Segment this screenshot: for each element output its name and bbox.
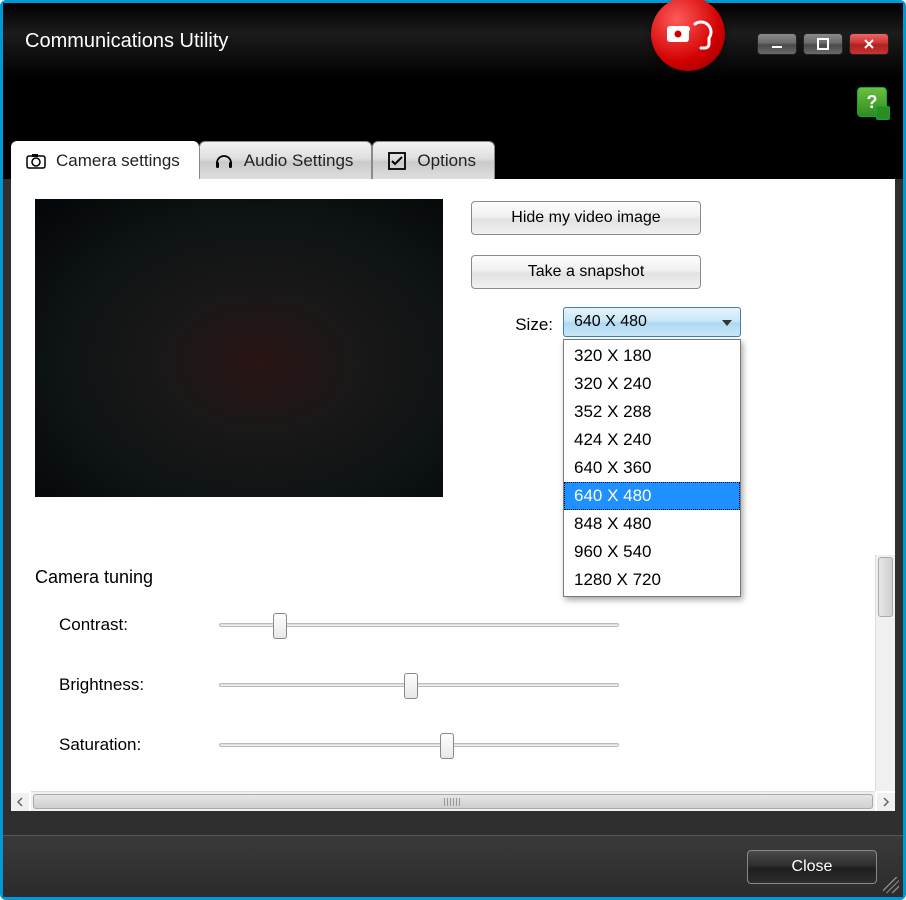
size-option[interactable]: 320 X 180: [564, 342, 740, 370]
window-title: Communications Utility: [3, 30, 228, 53]
size-selected-value: 640 X 480: [574, 313, 647, 331]
vertical-scrollbar-thumb[interactable]: [878, 557, 893, 617]
size-dropdown-list[interactable]: 320 X 180 320 X 240 352 X 288 424 X 240 …: [563, 339, 741, 597]
window-controls: [757, 33, 889, 55]
resize-grip[interactable]: [883, 877, 899, 893]
tab-camera-settings[interactable]: Camera settings: [11, 141, 199, 179]
size-option[interactable]: 352 X 288: [564, 398, 740, 426]
take-snapshot-button[interactable]: Take a snapshot: [471, 255, 701, 289]
saturation-slider-thumb[interactable]: [440, 733, 454, 759]
close-button[interactable]: Close: [747, 850, 877, 884]
window-close-button[interactable]: [849, 33, 889, 55]
maximize-button[interactable]: [803, 33, 843, 55]
size-option[interactable]: 424 X 240: [564, 426, 740, 454]
tabs: Camera settings Audio Settings Options: [11, 141, 495, 179]
hide-video-button[interactable]: Hide my video image: [471, 201, 701, 235]
brightness-label: Brightness:: [59, 675, 219, 695]
size-option[interactable]: 320 X 240: [564, 370, 740, 398]
saturation-label: Saturation:: [59, 735, 219, 755]
scroll-left-arrow[interactable]: [11, 793, 29, 811]
tab-audio-label: Audio Settings: [244, 151, 354, 171]
tab-audio-settings[interactable]: Audio Settings: [199, 141, 373, 179]
camera-icon: [26, 151, 46, 171]
size-option-selected[interactable]: 640 X 480: [564, 482, 740, 510]
video-preview: [35, 199, 443, 497]
horizontal-scrollbar[interactable]: [31, 791, 875, 811]
tab-options[interactable]: Options: [372, 141, 495, 179]
help-icon[interactable]: ?: [857, 87, 887, 117]
size-option[interactable]: 848 X 480: [564, 510, 740, 538]
brightness-slider-thumb[interactable]: [404, 673, 418, 699]
app-logo-badge: [651, 0, 725, 71]
brightness-row: Brightness:: [59, 669, 819, 701]
saturation-row: Saturation:: [59, 729, 819, 761]
checkbox-icon: [387, 151, 407, 171]
contrast-slider[interactable]: [219, 623, 619, 627]
size-combobox[interactable]: 640 X 480: [563, 307, 741, 337]
contrast-slider-thumb[interactable]: [273, 613, 287, 639]
tab-camera-label: Camera settings: [56, 151, 180, 171]
app-window: Communications Utility ?: [0, 0, 906, 900]
scroll-right-arrow[interactable]: [877, 793, 895, 811]
saturation-slider[interactable]: [219, 743, 619, 747]
tab-strip: ? Camera settings Audio Settings Options: [3, 79, 903, 179]
size-label: Size:: [509, 315, 553, 335]
size-option[interactable]: 1280 X 720: [564, 566, 740, 594]
contrast-row: Contrast:: [59, 609, 819, 641]
main-panel: Hide my video image Take a snapshot Size…: [11, 179, 895, 811]
headphones-icon: [214, 151, 234, 171]
horizontal-scrollbar-thumb[interactable]: [33, 794, 873, 809]
camera-headset-icon: [662, 8, 714, 60]
footer-bar: Close: [3, 835, 903, 897]
camera-tuning-heading: Camera tuning: [35, 567, 153, 588]
contrast-label: Contrast:: [59, 615, 219, 635]
size-option[interactable]: 640 X 360: [564, 454, 740, 482]
vertical-scrollbar[interactable]: [875, 555, 895, 791]
brightness-slider[interactable]: [219, 683, 619, 687]
tab-options-label: Options: [417, 151, 476, 171]
size-option[interactable]: 960 X 540: [564, 538, 740, 566]
minimize-button[interactable]: [757, 33, 797, 55]
